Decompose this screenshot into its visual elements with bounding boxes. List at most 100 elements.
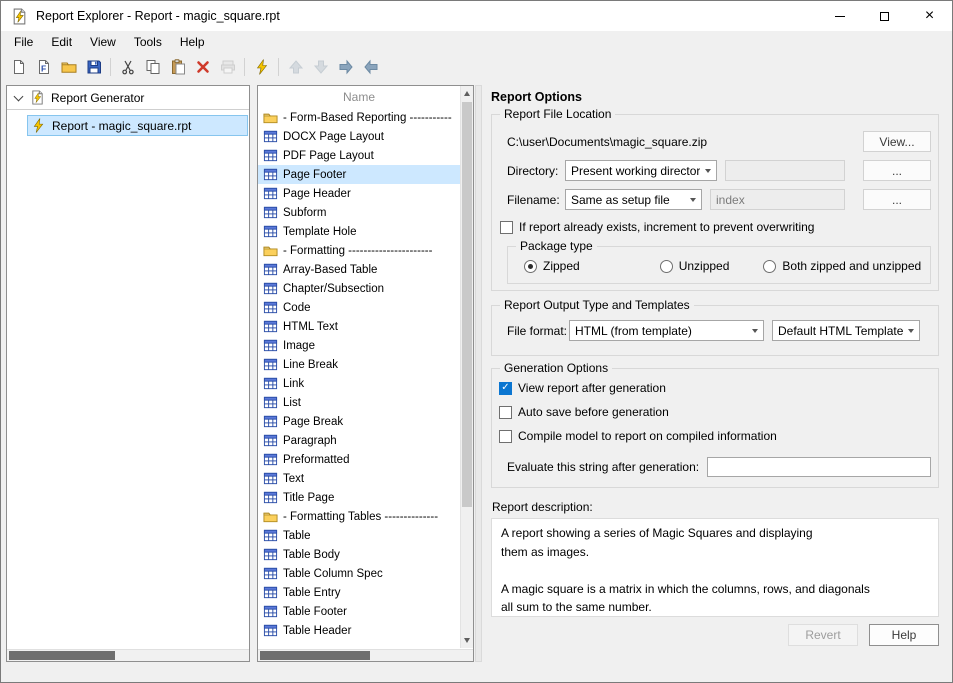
tree-node-report-generator[interactable]: Report Generator (7, 86, 249, 110)
list-item-image[interactable]: Image (258, 336, 460, 355)
menu-file[interactable]: File (5, 32, 42, 52)
list-item-page-header[interactable]: Page Header (258, 184, 460, 203)
checkbox-label: Compile model to report on compiled info… (518, 429, 777, 443)
toolbar-separator (278, 58, 279, 76)
list-item-template-hole[interactable]: Template Hole (258, 222, 460, 241)
list-item-table-header[interactable]: Table Header (258, 621, 460, 640)
maximize-button[interactable] (862, 1, 907, 31)
forward-icon[interactable] (334, 55, 357, 78)
group-label: Report Output Type and Templates (500, 298, 694, 312)
save-icon[interactable] (82, 55, 105, 78)
svg-text:F: F (41, 63, 46, 73)
back-icon[interactable] (359, 55, 382, 78)
list-item-table-column-spec[interactable]: Table Column Spec (258, 564, 460, 583)
list-item-array-based-table[interactable]: Array-Based Table (258, 260, 460, 279)
list-item-formatting[interactable]: - Formatting ---------------------- (258, 241, 460, 260)
delete-icon[interactable] (191, 55, 214, 78)
checkbox-box (499, 430, 512, 443)
filename-value: Same as setup file (571, 193, 685, 207)
chevron-down-icon[interactable] (14, 91, 24, 101)
minimize-button[interactable] (817, 1, 862, 31)
radio-both-zipped-and-unzipped[interactable]: Both zipped and unzipped (763, 259, 921, 273)
list-item-paragraph[interactable]: Paragraph (258, 431, 460, 450)
menu-edit[interactable]: Edit (42, 32, 81, 52)
radio-label: Both zipped and unzipped (782, 259, 921, 273)
evaluate-string-input[interactable] (707, 457, 931, 477)
list-horizontal-scrollbar[interactable] (258, 649, 473, 661)
menu-view[interactable]: View (81, 32, 125, 52)
list-item-page-break[interactable]: Page Break (258, 412, 460, 431)
directory-browse-button[interactable]: ... (863, 160, 931, 181)
scrollbar-thumb[interactable] (260, 651, 370, 660)
group-label: Report File Location (500, 107, 615, 121)
checkbox-increment-to-prevent-overwriting[interactable]: If report already exists, increment to p… (500, 220, 931, 234)
list-item-list[interactable]: List (258, 393, 460, 412)
template-select[interactable]: Default HTML Template (772, 320, 920, 341)
report-description-text[interactable]: A report showing a series of Magic Squar… (491, 518, 939, 617)
panel-title: Report Options (491, 90, 939, 104)
list-item-title-page[interactable]: Title Page (258, 488, 460, 507)
menu-tools[interactable]: Tools (125, 32, 171, 52)
scrollbar-thumb[interactable] (462, 102, 472, 507)
toolbar-separator (244, 58, 245, 76)
scroll-down-icon[interactable] (464, 638, 470, 643)
list-item-label: Array-Based Table (283, 264, 377, 276)
component-icon (263, 395, 278, 410)
list-item-preformatted[interactable]: Preformatted (258, 450, 460, 469)
help-button[interactable]: Help (869, 624, 939, 646)
open-file-icon[interactable] (57, 55, 80, 78)
list-item-formatting-tables[interactable]: - Formatting Tables -------------- (258, 507, 460, 526)
menu-help[interactable]: Help (171, 32, 214, 52)
list-item-page-footer[interactable]: Page Footer (258, 165, 460, 184)
list-item-code[interactable]: Code (258, 298, 460, 317)
filename-browse-button[interactable]: ... (863, 189, 931, 210)
filename-select[interactable]: Same as setup file (565, 189, 702, 210)
radio-unzipped[interactable]: Unzipped (660, 259, 730, 273)
generate-report-icon[interactable] (250, 55, 273, 78)
tree-horizontal-scrollbar[interactable] (7, 649, 249, 661)
list-item-label: Subform (283, 207, 326, 219)
copy-icon[interactable] (141, 55, 164, 78)
component-icon (263, 129, 278, 144)
close-icon: × (925, 8, 934, 24)
new-report-icon[interactable] (7, 55, 30, 78)
cut-icon[interactable] (116, 55, 139, 78)
list-vertical-scrollbar[interactable] (460, 86, 473, 648)
list-item-link[interactable]: Link (258, 374, 460, 393)
checkbox-compile-model-to-report-on-compiled-information[interactable]: Compile model to report on compiled info… (499, 429, 931, 443)
list-item-table-body[interactable]: Table Body (258, 545, 460, 564)
list-item-pdf-page-layout[interactable]: PDF Page Layout (258, 146, 460, 165)
list-item-text[interactable]: Text (258, 469, 460, 488)
list-item-line-break[interactable]: Line Break (258, 355, 460, 374)
list-item-table-entry[interactable]: Table Entry (258, 583, 460, 602)
radio-zipped[interactable]: Zipped (524, 259, 580, 273)
scroll-up-icon[interactable] (464, 91, 470, 96)
component-icon (263, 281, 278, 296)
list-item-label: Page Header (283, 188, 351, 200)
list-item-subform[interactable]: Subform (258, 203, 460, 222)
paste-icon[interactable] (166, 55, 189, 78)
file-format-select[interactable]: HTML (from template) (569, 320, 764, 341)
window-controls: × (817, 1, 952, 31)
list-item-chapter-subsection[interactable]: Chapter/Subsection (258, 279, 460, 298)
list-item-table[interactable]: Table (258, 526, 460, 545)
list-item-form-based-reporting[interactable]: - Form-Based Reporting ----------- (258, 108, 460, 127)
view-button[interactable]: View... (863, 131, 931, 152)
new-form-icon[interactable]: F (32, 55, 55, 78)
checkbox-box (500, 221, 513, 234)
directory-select[interactable]: Present working directory (565, 160, 717, 181)
component-icon (263, 224, 278, 239)
maximize-icon (880, 12, 889, 21)
checkbox-auto-save-before-generation[interactable]: Auto save before generation (499, 405, 931, 419)
list-item-table-footer[interactable]: Table Footer (258, 602, 460, 621)
list-item-docx-page-layout[interactable]: DOCX Page Layout (258, 127, 460, 146)
tree-node-report-magic-square[interactable]: Report - magic_square.rpt (27, 115, 248, 136)
list-item-html-text[interactable]: HTML Text (258, 317, 460, 336)
close-button[interactable]: × (907, 1, 952, 31)
tree-child-label: Report - magic_square.rpt (52, 119, 191, 133)
scrollbar-thumb[interactable] (9, 651, 115, 660)
report-output-group: Report Output Type and Templates File fo… (491, 305, 939, 356)
options-panel-scrollbar[interactable] (475, 85, 482, 662)
checkbox-view-report-after-generation[interactable]: ✓View report after generation (499, 381, 931, 395)
menubar: FileEditViewToolsHelp (1, 31, 952, 53)
